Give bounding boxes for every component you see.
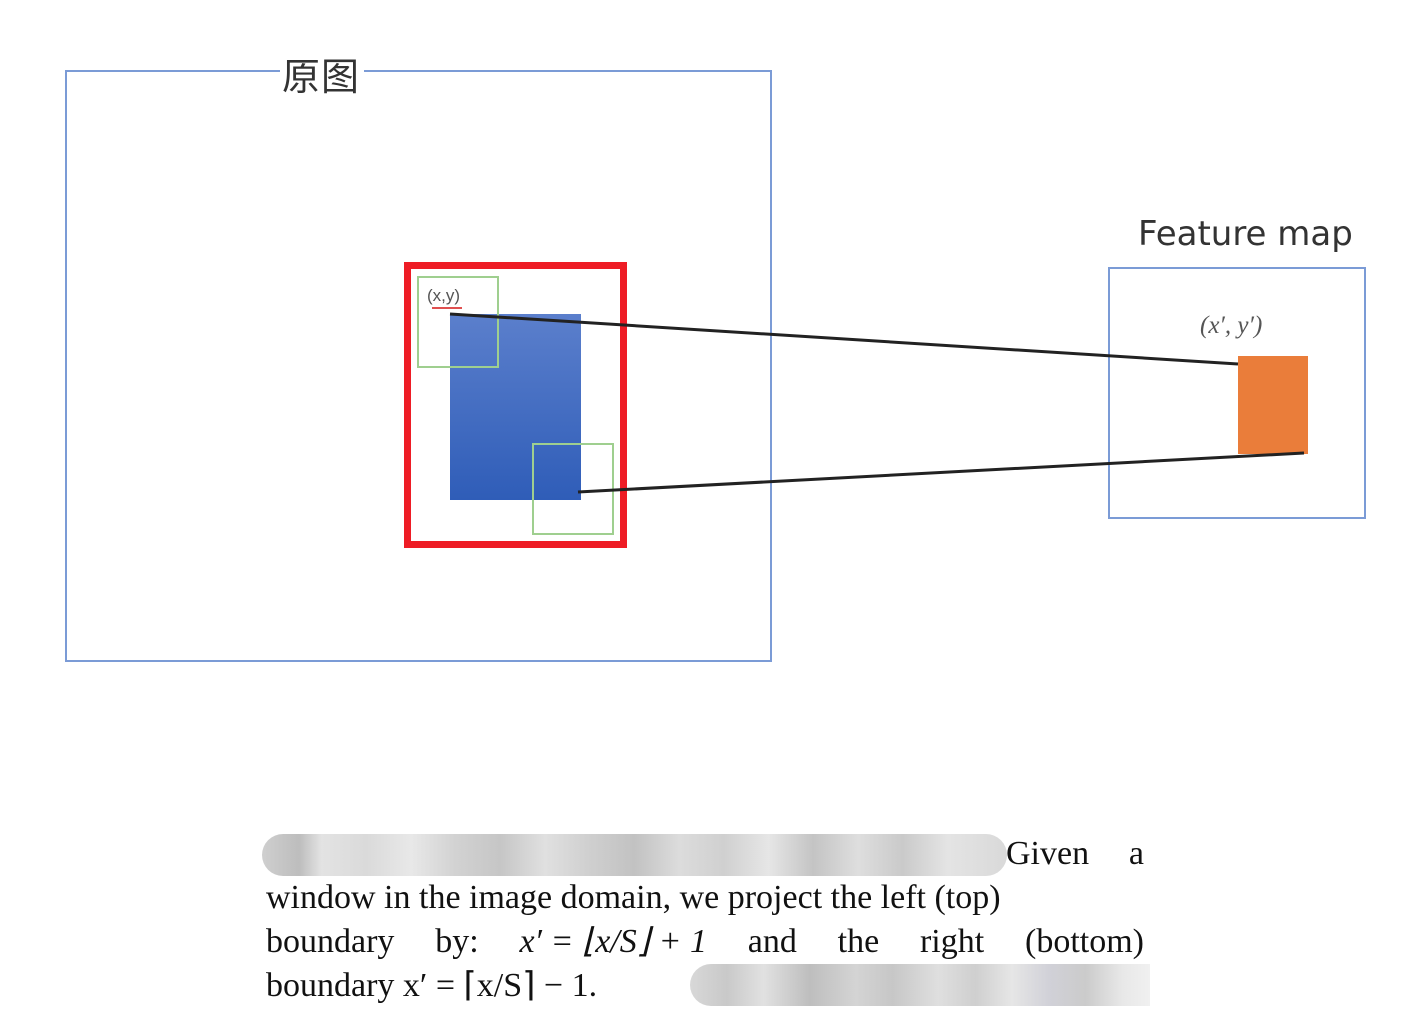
caption-line-1-visible: Given a — [1006, 832, 1144, 876]
caption-word: right — [919, 923, 985, 960]
spellcheck-underline — [432, 307, 462, 309]
object-box — [450, 314, 581, 500]
point-xprime-yprime-label: (x′, y′) — [1200, 312, 1263, 339]
redacted-text-blur — [690, 964, 1150, 1006]
point-xy-label: (x,y) — [427, 286, 461, 305]
caption-word: by: — [435, 923, 479, 960]
redacted-text-blur — [262, 834, 1007, 876]
caption-word: the — [837, 923, 880, 960]
caption-line-4: boundary x′ = ⌈x/S⌉ − 1. — [266, 964, 1150, 1008]
caption-line-3: boundary by: x′ = ⌊x/S⌋ + 1 and the righ… — [266, 920, 1144, 964]
projection-line-bottom — [577, 451, 1305, 494]
caption-line-1: Given a — [262, 832, 1144, 876]
feature-map-label: Feature map — [1138, 214, 1353, 254]
caption-line-4-text: boundary x′ = ⌈x/S⌉ − 1. — [266, 967, 598, 1004]
caption-word: a — [1128, 835, 1144, 872]
caption-formula: x′ = ⌊x/S⌋ + 1 — [519, 923, 707, 960]
original-image-label: 原图 — [282, 55, 361, 99]
feature-map-frame — [1108, 267, 1366, 519]
caption-line-2: window in the image domain, we project t… — [266, 879, 1001, 916]
caption-word: (bottom) — [1025, 923, 1144, 960]
feature-cell — [1238, 356, 1308, 454]
caption-word: Given — [1006, 835, 1090, 872]
caption-paragraph: Given a window in the image domain, we p… — [262, 832, 1150, 1008]
caption-word: boundary — [266, 923, 395, 960]
caption-word: and — [747, 923, 797, 960]
